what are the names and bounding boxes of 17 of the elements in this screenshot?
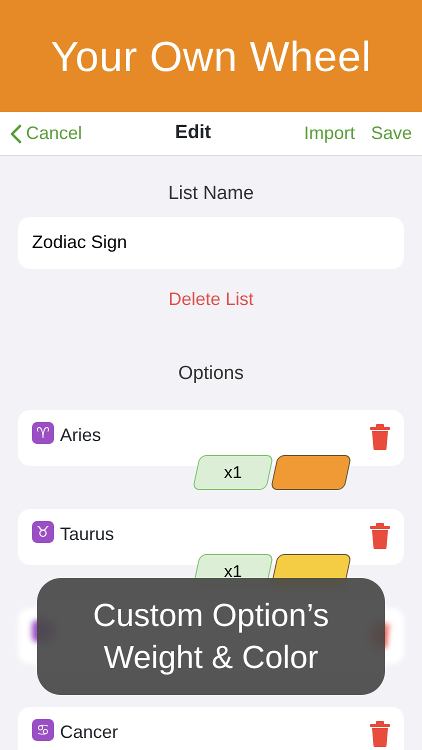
nav-action[interactable]: Import	[304, 120, 355, 147]
banner-title: Your Own Wheel	[50, 32, 372, 82]
zodiac-icon: ♋	[32, 719, 54, 741]
section-label: Options	[177, 362, 245, 386]
delete-list-button[interactable]: Delete List	[162, 284, 260, 314]
nav-action[interactable]: Save	[370, 120, 412, 147]
zodiac-icon: ♈	[32, 422, 54, 444]
option-name: Taurus	[60, 523, 114, 546]
nav-title: Edit	[175, 121, 211, 146]
option-name: Cancer	[60, 721, 118, 744]
zodiac-icon: ♉	[32, 521, 54, 543]
back-button[interactable]: Cancel	[10, 120, 82, 147]
list-name-field[interactable]: Zodiac Sign	[18, 216, 404, 268]
section-label: List Name	[167, 182, 255, 206]
caption-toast: Custom Option’s Weight & Color	[37, 578, 385, 695]
weight-button[interactable]: x1	[192, 455, 274, 490]
option-name: Aries	[60, 424, 102, 447]
